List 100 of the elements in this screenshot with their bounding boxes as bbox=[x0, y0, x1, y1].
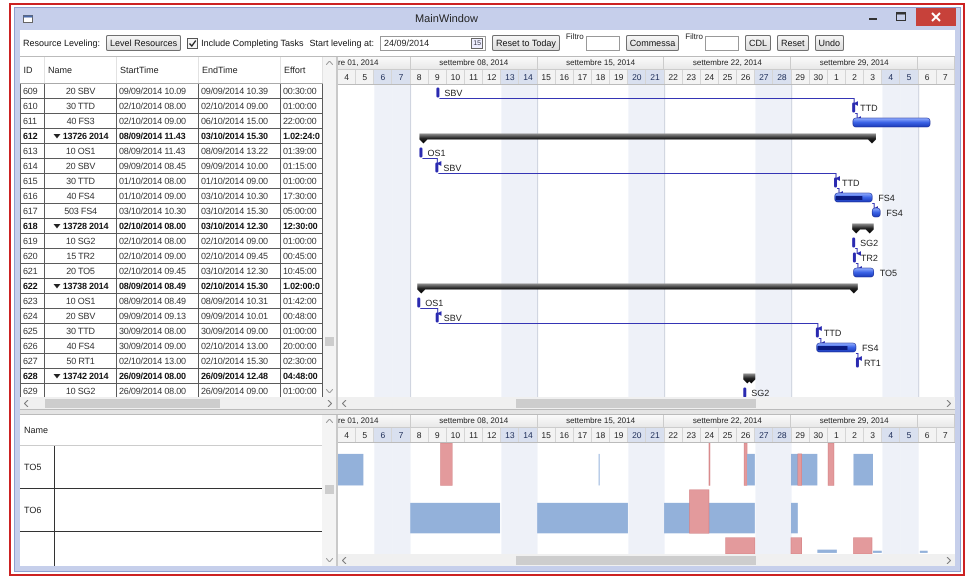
start-time-cell: 08/09/2014 11.43 bbox=[116, 143, 198, 158]
horizontal-scrollbar[interactable] bbox=[20, 397, 336, 409]
task-bar bbox=[853, 268, 874, 278]
day-header: 13 bbox=[501, 70, 520, 84]
task-label: OS1 bbox=[427, 148, 446, 158]
id-cell: 627 bbox=[20, 353, 44, 368]
name-cell: 20 SBV bbox=[44, 158, 116, 173]
day-header: 18 bbox=[592, 70, 610, 84]
scrollbar-thumb[interactable] bbox=[45, 398, 220, 408]
end-time-cell: 08/09/2014 13.22 bbox=[198, 143, 280, 158]
id-cell: 624 bbox=[20, 308, 44, 323]
milestone-marker bbox=[816, 328, 819, 338]
id-cell: 628 bbox=[20, 368, 44, 383]
id-cell: 619 bbox=[20, 233, 44, 248]
day-header: 11 bbox=[464, 428, 484, 442]
toolbar-button[interactable]: Level Resources bbox=[106, 35, 182, 51]
close-icon[interactable] bbox=[916, 8, 956, 26]
column-header[interactable]: Name bbox=[44, 57, 116, 83]
scroll-left-icon bbox=[342, 556, 347, 564]
milestone-marker bbox=[834, 178, 838, 188]
end-time-cell: 03/10/2014 15.30 bbox=[198, 128, 280, 143]
load-bar bbox=[440, 443, 452, 486]
scrollbar-thumb[interactable] bbox=[516, 398, 756, 408]
day-header: 5 bbox=[900, 428, 918, 442]
day-header: 9 bbox=[428, 70, 447, 84]
day-header: 7 bbox=[936, 70, 955, 84]
scroll-right-icon bbox=[946, 400, 951, 406]
day-header: 6 bbox=[918, 428, 937, 442]
day-header: 27 bbox=[755, 70, 774, 84]
scrollbar-thumb[interactable] bbox=[325, 337, 334, 346]
toolbar-button[interactable]: Undo bbox=[814, 35, 844, 51]
week-header: settembre 29, 2014 bbox=[791, 415, 918, 427]
scrollbar-thumb[interactable] bbox=[516, 556, 756, 564]
end-time-cell: 02/10/2014 09.45 bbox=[198, 248, 280, 263]
toolbar-button[interactable]: Reset bbox=[777, 35, 809, 51]
column-header[interactable]: EndTime bbox=[198, 57, 280, 83]
day-header: 25 bbox=[718, 428, 738, 442]
week-header: settembre 08, 2014 bbox=[410, 57, 538, 69]
checkbox[interactable] bbox=[187, 38, 198, 48]
end-time-cell: 09/09/2014 10.01 bbox=[198, 308, 280, 323]
filter-field[interactable] bbox=[704, 36, 739, 51]
scrollbar-thumb[interactable] bbox=[324, 485, 334, 494]
task-label: FS4 bbox=[878, 193, 895, 203]
toolbar-button[interactable]: Reset to Today bbox=[492, 35, 560, 51]
day-header: 15 bbox=[538, 428, 556, 442]
day-header: 4 bbox=[338, 428, 356, 442]
name-cell: 20 SBV bbox=[44, 83, 116, 98]
column-header[interactable]: Name bbox=[20, 415, 322, 446]
start-time-cell: 09/09/2014 08.45 bbox=[116, 158, 198, 173]
milestone-marker bbox=[852, 102, 856, 112]
window-icon bbox=[23, 15, 33, 23]
column-header[interactable]: ID bbox=[20, 57, 44, 83]
day-header: 10 bbox=[446, 70, 465, 84]
name-cell: 20 SBV bbox=[44, 308, 116, 323]
name-cell: 30 TTD bbox=[44, 323, 116, 338]
task-label: OS1 bbox=[425, 298, 444, 308]
vertical-scrollbar[interactable] bbox=[322, 415, 336, 566]
horizontal-scrollbar[interactable] bbox=[338, 554, 955, 566]
summary-bar bbox=[852, 224, 874, 234]
name-cell: 50 RT1 bbox=[44, 353, 116, 368]
expanded-caret-icon[interactable] bbox=[52, 132, 61, 140]
day-header: 6 bbox=[374, 428, 392, 442]
task-name: 13726 2014 bbox=[62, 130, 108, 140]
name-cell: 10 OS1 bbox=[44, 293, 116, 308]
column-header[interactable]: StartTime bbox=[116, 57, 198, 83]
task-name: 13738 2014 bbox=[62, 280, 108, 290]
start-time-cell: 09/09/2014 10.09 bbox=[116, 83, 198, 98]
vertical-scrollbar[interactable] bbox=[323, 57, 336, 397]
load-bar bbox=[853, 454, 873, 486]
task-label: RT1 bbox=[864, 358, 881, 368]
day-header: 7 bbox=[392, 428, 411, 442]
day-header: 23 bbox=[682, 428, 701, 442]
day-header: 14 bbox=[519, 428, 538, 442]
filter-field[interactable] bbox=[586, 36, 620, 51]
day-header: 18 bbox=[592, 428, 610, 442]
summary-bar bbox=[743, 374, 756, 384]
day-header: 22 bbox=[664, 70, 683, 84]
day-header: 7 bbox=[936, 428, 955, 442]
day-header: 25 bbox=[718, 70, 738, 84]
id-cell: 612 bbox=[20, 128, 44, 143]
dependency-arrow bbox=[872, 203, 878, 211]
day-header: 24 bbox=[700, 428, 719, 442]
checkbox-label: Include Completing Tasks bbox=[201, 38, 304, 48]
day-header: 15 bbox=[538, 70, 556, 84]
toolbar-button[interactable]: Commessa bbox=[626, 35, 680, 51]
day-header: 28 bbox=[773, 70, 792, 84]
toolbar-button[interactable]: CDL bbox=[744, 35, 771, 51]
expanded-caret-icon[interactable] bbox=[52, 222, 61, 230]
expanded-caret-icon[interactable] bbox=[52, 372, 61, 380]
expanded-caret-icon[interactable] bbox=[52, 282, 61, 290]
end-time-cell: 03/10/2014 10.30 bbox=[198, 188, 280, 203]
start-time-cell: 26/09/2014 08.00 bbox=[116, 368, 198, 383]
horizontal-scrollbar[interactable] bbox=[338, 397, 955, 409]
check-icon bbox=[188, 38, 198, 48]
day-header: 2 bbox=[846, 70, 864, 84]
milestone-marker bbox=[743, 388, 746, 397]
week-header: settembre 15, 2014 bbox=[538, 57, 664, 69]
load-bar bbox=[828, 443, 834, 486]
week-header: settembre 22, 2014 bbox=[664, 57, 792, 69]
day-header: 20 bbox=[628, 70, 646, 84]
